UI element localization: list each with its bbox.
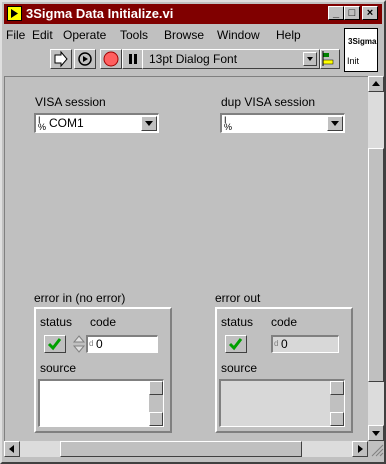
source-input[interactable] [38,379,164,427]
scroll-right-button[interactable] [352,441,368,457]
code-input[interactable]: d 0 [86,335,158,353]
i32-icon: d [274,339,279,348]
checkmark-icon [47,338,62,351]
menu-edit[interactable]: Edit [32,28,53,42]
stop-sign-icon [103,51,119,67]
chevron-down-icon[interactable] [141,116,157,131]
error-out-cluster: status code d 0 source [215,307,353,433]
visa-icon: I% [38,115,47,132]
menu-tools[interactable]: Tools [120,28,148,42]
title-bar[interactable]: 3Sigma Data Initialize.vi _ □ × [4,4,382,24]
source-label: source [221,361,258,375]
visa-session-value: COM1 [49,116,84,130]
dup-visa-session-indicator[interactable]: I% [220,113,345,133]
pause-button[interactable] [122,49,144,69]
scroll-down-button[interactable] [330,412,344,426]
stepper-arrows-icon [72,335,86,353]
code-increment-stepper[interactable] [72,335,86,353]
minimize-button[interactable]: _ [328,6,344,20]
menu-operate[interactable]: Operate [63,28,106,42]
labview-vi-icon [7,6,22,21]
run-continuously-icon [78,52,92,66]
visa-icon: I% [224,115,233,132]
vi-window: 3Sigma Data Initialize.vi _ □ × File Edi… [0,0,386,464]
scroll-up-button[interactable] [368,76,384,92]
abort-button[interactable] [100,49,122,69]
arrow-right-icon [358,445,363,453]
text-settings-dropdown[interactable]: 13pt Dialog Font [142,49,320,69]
scroll-left-button[interactable] [4,441,20,457]
font-select-value: 13pt Dialog Font [149,52,238,66]
source-label: source [40,361,77,375]
source-scrollbar[interactable] [330,381,344,426]
error-in-cluster: status code d 0 source [34,307,172,433]
arrow-left-icon [9,445,14,453]
arrow-up-icon [372,81,380,86]
code-label: code [271,315,298,329]
i32-icon: d [89,339,94,348]
arrow-down-icon [372,431,380,436]
scroll-down-button[interactable] [149,412,163,426]
maximize-button[interactable]: □ [344,6,360,20]
vi-connector-icon[interactable]: 3Sigma Init [344,28,378,72]
vertical-scroll-thumb[interactable] [368,148,384,382]
run-continuously-button[interactable] [74,49,96,69]
chevron-down-icon [303,52,317,66]
close-button[interactable]: × [362,6,378,20]
status-checkbox[interactable] [44,335,66,353]
horizontal-scroll-thumb[interactable] [60,441,302,457]
chevron-down-icon[interactable] [327,116,343,131]
menu-browse[interactable]: Browse [164,28,204,42]
window-title: 3Sigma Data Initialize.vi [26,6,174,21]
source-scrollbar[interactable] [149,381,163,426]
scroll-down-button[interactable] [368,425,384,441]
checkmark-icon [228,338,243,351]
align-icon [322,51,334,66]
code-indicator: d 0 [271,335,339,353]
status-label: status [221,315,254,329]
code-value: 0 [96,337,103,351]
vi-icon-line2: Init [347,56,360,66]
scroll-up-button[interactable] [149,381,163,395]
status-label: status [40,315,73,329]
menu-window[interactable]: Window [217,28,260,42]
dup-visa-session-label: dup VISA session [221,95,316,109]
menu-bar: File Edit Operate Tools Browse Window He… [4,26,340,44]
horizontal-scrollbar[interactable] [4,441,368,457]
visa-session-control[interactable]: I% COM1 [34,113,159,133]
scroll-up-button[interactable] [330,381,344,395]
code-label: code [90,315,117,329]
menu-help[interactable]: Help [276,28,301,42]
vertical-scrollbar[interactable] [368,76,384,441]
error-out-label: error out [215,291,261,305]
status-indicator [225,335,247,353]
pause-icon [129,54,137,64]
code-value: 0 [281,337,288,351]
run-arrow-icon [54,50,68,68]
run-button[interactable] [50,49,72,69]
front-panel: VISA session I% COM1 dup VISA session I%… [4,76,369,442]
toolbar: 13pt Dialog Font [4,45,340,73]
resize-grip-icon[interactable] [368,441,384,457]
visa-session-label: VISA session [35,95,106,109]
error-in-label: error in (no error) [34,291,126,305]
vi-icon-line1: 3Sigma [348,37,377,46]
menu-file[interactable]: File [6,28,25,42]
align-objects-button[interactable] [320,49,340,69]
source-indicator [219,379,345,427]
